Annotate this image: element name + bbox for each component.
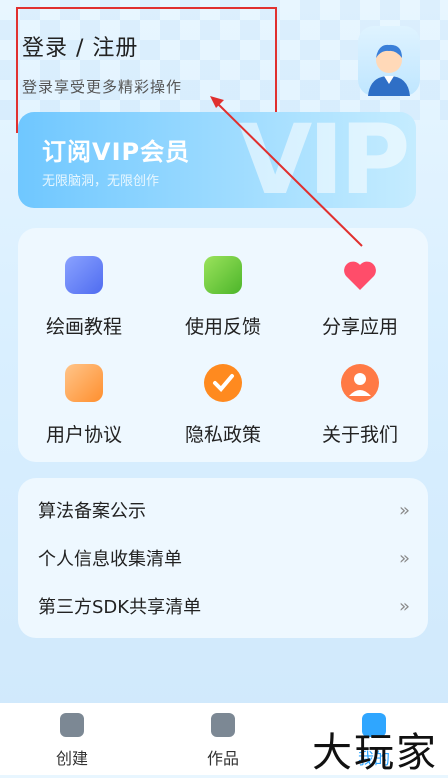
feedback-icon: [204, 256, 242, 294]
grid-item-privacy[interactable]: 隐私政策: [163, 364, 283, 447]
vip-banner[interactable]: VIP 订阅VIP会员 无限脑洞，无限创作: [18, 112, 416, 208]
person-icon: [341, 364, 379, 402]
tab-works[interactable]: 作品: [183, 713, 263, 769]
check-shield-icon: [204, 364, 242, 402]
list-item-label: 个人信息收集清单: [38, 549, 182, 570]
info-list: 算法备案公示 » 个人信息收集清单 » 第三方SDK共享清单 »: [18, 478, 428, 638]
tab-label: 作品: [206, 749, 239, 768]
tab-create[interactable]: 创建: [32, 713, 112, 769]
grid-item-feedback[interactable]: 使用反馈: [163, 256, 283, 339]
grid-item-about[interactable]: 关于我们: [300, 364, 420, 447]
vip-big-text: VIP: [238, 112, 410, 208]
avatar[interactable]: [358, 26, 420, 96]
list-item-label: 算法备案公示: [38, 501, 146, 522]
grid-item-label: 用户协议: [45, 424, 122, 446]
stack-icon: [65, 256, 103, 294]
chevron-right-icon: »: [398, 595, 410, 617]
vip-subtitle: 无限脑洞，无限创作: [42, 174, 160, 189]
list-item-algorithm[interactable]: 算法备案公示 »: [38, 490, 410, 530]
document-icon: [211, 713, 235, 737]
chevron-right-icon: »: [398, 547, 410, 569]
grid-item-label: 使用反馈: [184, 316, 261, 338]
grid-item-label: 分享应用: [321, 316, 398, 338]
vip-title: 订阅VIP会员: [42, 138, 191, 166]
feature-grid: 绘画教程 使用反馈 分享应用 用户协议 隐私政策 关于我们: [18, 228, 428, 462]
user-avatar-icon: [368, 44, 410, 96]
chevron-right-icon: »: [398, 499, 410, 521]
heart-icon: [341, 256, 379, 294]
list-item-third-party-sdk[interactable]: 第三方SDK共享清单 »: [38, 586, 410, 626]
grid-item-tutorial[interactable]: 绘画教程: [24, 256, 144, 339]
list-item-label: 第三方SDK共享清单: [38, 597, 202, 618]
watermark-text: 大玩家: [312, 730, 438, 776]
tab-label: 创建: [55, 749, 88, 768]
image-icon: [60, 713, 84, 737]
grid-item-label: 隐私政策: [184, 424, 261, 446]
grid-item-user-agreement[interactable]: 用户协议: [24, 364, 144, 447]
grid-item-label: 关于我们: [321, 424, 398, 446]
chat-icon: [65, 364, 103, 402]
grid-item-share[interactable]: 分享应用: [300, 256, 420, 339]
grid-item-label: 绘画教程: [45, 316, 122, 338]
list-item-personal-info[interactable]: 个人信息收集清单 »: [38, 538, 410, 578]
